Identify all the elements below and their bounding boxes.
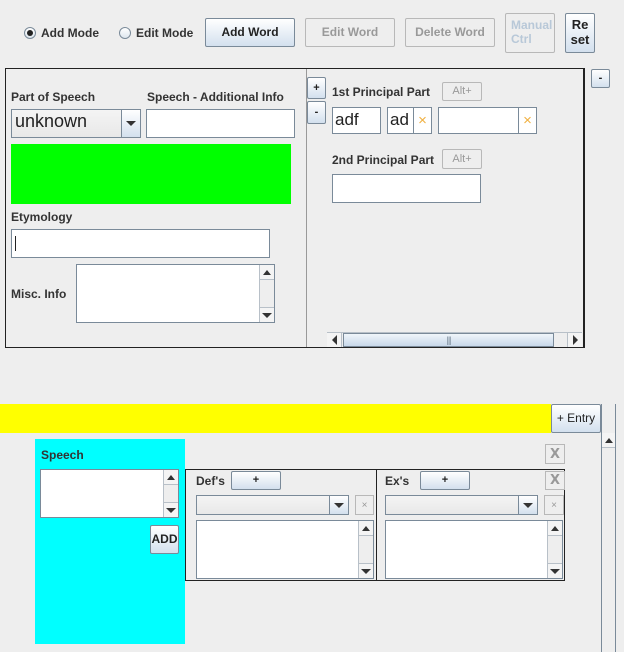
delete-word-button[interactable]: Delete Word xyxy=(405,18,495,47)
speech-additional-label: Speech - Additional Info xyxy=(147,90,284,104)
status-color-panel xyxy=(11,144,291,204)
edit-word-button[interactable]: Edit Word xyxy=(305,18,395,47)
scroll-up-icon[interactable] xyxy=(548,521,562,536)
clear-icon[interactable]: × xyxy=(413,108,431,133)
scroll-down-icon[interactable] xyxy=(164,502,178,517)
speech-additional-text[interactable] xyxy=(150,112,291,135)
examples-scrollbar[interactable] xyxy=(547,521,562,578)
speech-textarea[interactable] xyxy=(40,469,179,518)
radio-selected-icon xyxy=(24,27,36,39)
defs-scrollbar[interactable] xyxy=(358,521,373,578)
scroll-up-icon[interactable] xyxy=(359,521,373,536)
scroll-right-icon[interactable] xyxy=(567,333,582,347)
second-principal-alt-button[interactable]: Alt+ xyxy=(442,149,482,169)
speech-scrollbar[interactable] xyxy=(163,470,178,517)
add-speech-button[interactable]: ADD xyxy=(150,525,179,554)
add-principal-part-button[interactable]: + xyxy=(307,77,326,99)
examples-selected-value xyxy=(386,496,518,514)
manual-ctrl-line1: Manual xyxy=(511,18,553,33)
part-of-speech-select[interactable]: unknown xyxy=(11,109,141,138)
scroll-down-icon[interactable] xyxy=(359,563,373,578)
scroll-down-icon[interactable] xyxy=(548,563,562,578)
remove-example-button[interactable]: × xyxy=(544,495,564,515)
entries-scrollbar[interactable] xyxy=(601,404,616,652)
text-caret xyxy=(15,236,16,251)
defs-select[interactable] xyxy=(196,495,349,515)
etymology-label: Etymology xyxy=(11,210,73,224)
add-mode-label: Add Mode xyxy=(41,26,99,40)
second-principal-input[interactable] xyxy=(332,174,481,203)
scroll-up-icon[interactable] xyxy=(602,433,615,448)
reset-button[interactable]: Re set xyxy=(565,13,595,53)
scroll-thumb[interactable]: ||| xyxy=(343,333,554,347)
chevron-down-icon[interactable] xyxy=(518,496,537,514)
principal-parts-hscrollbar[interactable]: ||| xyxy=(327,332,582,347)
manual-ctrl-button[interactable]: Manual Ctrl xyxy=(505,13,555,53)
part-of-speech-value: unknown xyxy=(12,110,121,137)
misc-info-scrollbar[interactable] xyxy=(259,265,274,322)
remove-principal-part-button[interactable]: - xyxy=(307,101,326,124)
add-def-button[interactable]: + xyxy=(231,471,281,490)
remove-def-button[interactable]: × xyxy=(355,495,374,515)
entry-bar xyxy=(0,404,551,433)
second-principal-part-label: 2nd Principal Part xyxy=(332,153,435,167)
radio-unselected-icon xyxy=(119,27,131,39)
defs-selected-value xyxy=(197,496,329,514)
first-principal-input-3[interactable]: × xyxy=(438,107,537,134)
reset-line1: Re xyxy=(571,17,589,33)
chevron-down-icon[interactable] xyxy=(329,496,348,514)
add-word-button[interactable]: Add Word xyxy=(205,18,295,47)
add-mode-radio[interactable]: Add Mode xyxy=(24,26,99,40)
reset-line2: set xyxy=(570,32,590,47)
edit-mode-radio[interactable]: Edit Mode xyxy=(119,26,193,40)
examples-label: Ex's xyxy=(385,474,410,488)
examples-select[interactable] xyxy=(385,495,538,515)
misc-info-textarea[interactable] xyxy=(76,264,275,323)
defs-textarea[interactable] xyxy=(196,520,374,579)
examples-textarea[interactable] xyxy=(385,520,563,579)
scroll-up-icon[interactable] xyxy=(260,265,274,280)
misc-info-label: Misc. Info xyxy=(11,287,67,301)
clear-icon[interactable]: × xyxy=(518,108,536,133)
speech-additional-input[interactable] xyxy=(146,109,295,138)
chevron-down-icon[interactable] xyxy=(121,110,140,137)
scroll-left-icon[interactable] xyxy=(327,333,342,347)
speech-label: Speech xyxy=(41,448,84,462)
scroll-up-icon[interactable] xyxy=(164,470,178,485)
remove-examples-button[interactable]: X xyxy=(545,471,565,490)
collapse-panel-button[interactable]: - xyxy=(591,69,610,88)
add-example-button[interactable]: + xyxy=(420,471,470,490)
scroll-down-icon[interactable] xyxy=(260,307,274,322)
remove-entry-button[interactable]: X xyxy=(545,444,565,464)
etymology-input[interactable] xyxy=(11,229,270,258)
add-entry-button[interactable]: + Entry xyxy=(551,404,601,433)
manual-ctrl-line2: Ctrl xyxy=(511,32,532,46)
defs-examples-divider xyxy=(376,470,377,580)
first-principal-alt-button[interactable]: Alt+ xyxy=(442,82,482,101)
part-of-speech-label: Part of Speech xyxy=(11,90,96,104)
first-principal-value-2: ad xyxy=(390,110,409,129)
edit-mode-label: Edit Mode xyxy=(136,26,194,40)
first-principal-input-1[interactable]: adf xyxy=(332,107,381,134)
defs-label: Def's xyxy=(196,474,225,488)
first-principal-part-label: 1st Principal Part xyxy=(332,85,431,99)
first-principal-input-2[interactable]: ad × xyxy=(387,107,432,134)
